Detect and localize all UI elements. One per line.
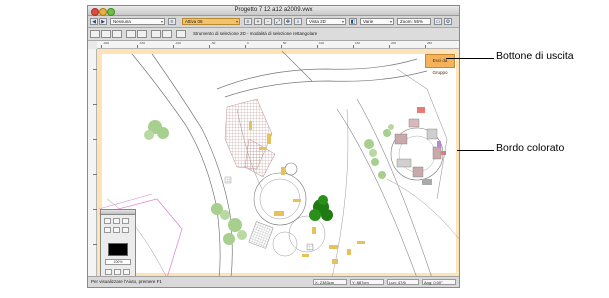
title-bar: Progetto 7 12 a12 a2009.vwx [88, 6, 459, 16]
layer-options-icon[interactable]: ≡ [244, 18, 252, 25]
layer-popup-value: Attiva 06 [185, 19, 203, 24]
ruler-label: 100 [319, 41, 325, 45]
pan-icon[interactable]: ✥ [284, 18, 292, 25]
chevron-down-icon: ▾ [160, 19, 163, 24]
thickness-icon[interactable] [113, 227, 120, 233]
ruler-label: -200 [103, 41, 110, 45]
class-popup-value: Nessuna [113, 19, 131, 24]
ruler-label: 200 [391, 41, 397, 45]
status-message: Per visualizzare l'Aiuto, premere F1 [91, 279, 162, 284]
exit-group-button[interactable]: Esci da Gruppo [425, 54, 455, 75]
render-mode-popup[interactable]: Varie ▾ [360, 18, 394, 25]
snap-mode-icon[interactable] [162, 30, 172, 38]
exit-button-leader-line [446, 58, 494, 59]
view-popup-value: Vista 2D [309, 19, 326, 24]
mode-options-icon[interactable] [176, 30, 186, 38]
ruler-tick [209, 45, 210, 48]
ruler-tick [101, 45, 102, 48]
line-start-icon[interactable] [123, 269, 130, 275]
angle-field[interactable]: Ang: 0.00° [422, 279, 456, 285]
rotate-mode-icon[interactable] [137, 30, 147, 38]
settings-icon[interactable]: ⚙ [444, 18, 452, 25]
transform-mode-icon[interactable] [151, 30, 161, 38]
drawing-canvas[interactable]: Esci da Gruppo 100% [97, 49, 459, 278]
ruler-tick [173, 45, 174, 48]
ruler-label: -100 [175, 41, 182, 45]
ruler-tick [137, 45, 138, 48]
colored-border-leader-line [457, 150, 494, 151]
drop-shadow-icon[interactable] [105, 269, 112, 275]
attributes-palette[interactable]: 100% [100, 209, 136, 278]
fit-page-icon[interactable]: ⤢ [274, 18, 282, 25]
zoom-popup[interactable]: Zoom: 55% [397, 18, 431, 25]
resize-mode-icon[interactable] [126, 30, 136, 38]
mode-help-text: Strumento di selezione 2D - modalità di … [193, 31, 318, 36]
view-bar: ◀ ▶ Nessuna ▾ ≡ Attiva 06 ▾ ≡ + − ⤢ ✥ ⌕ Vi… [88, 16, 459, 28]
mode-bar: Strumento di selezione 2D - modalità di … [88, 28, 459, 41]
x-coordinate-field[interactable]: X: 2383cm [313, 279, 347, 285]
back-icon[interactable]: ◀ [90, 18, 98, 25]
zoom-value: Zoom: 55% [400, 19, 424, 24]
application-window: Progetto 7 12 a12 a2009.vwx ◀ ▶ Nessuna ▾… [87, 5, 460, 288]
status-bar: Per visualizzare l'Aiuto, premere F1 X: … [88, 276, 459, 287]
pen-style-icon[interactable] [113, 218, 120, 224]
layer-popup[interactable]: Attiva 06 ▾ [182, 18, 240, 25]
rectangle-select-mode-icon[interactable] [90, 30, 100, 38]
colored-border-callout: Bordo colorato [496, 142, 565, 154]
chevron-down-icon: ▾ [389, 19, 392, 24]
ruler-label: 50 [283, 41, 287, 45]
render-mode-value: Varie [363, 19, 374, 24]
ruler-tick [317, 45, 318, 48]
ruler-tick [245, 45, 246, 48]
view-popup[interactable]: Vista 2D ▾ [306, 18, 346, 25]
horizontal-ruler[interactable]: -200 -150 -100 -50 0 50 100 150 200 250 [97, 41, 459, 49]
site-plan-drawing [97, 49, 459, 278]
ruler-tick [281, 45, 282, 48]
page-icon[interactable]: ▭ [434, 18, 442, 25]
fill-style-icon[interactable] [104, 218, 111, 224]
exit-button-callout: Bottone di uscita [496, 50, 574, 62]
line-end-icon[interactable] [114, 269, 121, 275]
forward-icon[interactable]: ▶ [99, 18, 107, 25]
ruler-label: -50 [211, 41, 216, 45]
class-popup[interactable]: Nessuna ▾ [110, 18, 165, 25]
window-title: Progetto 7 12 a12 a2009.vwx [234, 7, 313, 13]
zoom-in-icon[interactable]: + [254, 18, 262, 25]
ruler-label: 0 [247, 41, 249, 45]
ruler-label: -150 [139, 41, 146, 45]
line-style-icon[interactable] [122, 218, 129, 224]
y-coordinate-field[interactable]: Y: 887cm [350, 279, 384, 285]
ruler-label: 250 [427, 41, 433, 45]
lasso-select-mode-icon[interactable] [112, 30, 122, 38]
magnify-icon[interactable]: ⌕ [294, 18, 302, 25]
ruler-tick [425, 45, 426, 48]
ruler-label: 150 [355, 41, 361, 45]
palette-body: 100% [100, 215, 136, 278]
opacity-value[interactable]: 100% [105, 259, 131, 265]
arrow-style-icon[interactable] [104, 227, 111, 233]
color-swatch[interactable] [108, 243, 128, 256]
chevron-down-icon: ▾ [235, 19, 238, 24]
polygon-select-mode-icon[interactable] [101, 30, 111, 38]
chevron-down-icon: ▾ [341, 19, 344, 24]
ruler-tick [389, 45, 390, 48]
vertical-ruler[interactable] [88, 49, 97, 278]
zoom-out-icon[interactable]: − [264, 18, 272, 25]
length-field[interactable]: Lun: 47/6 [387, 279, 419, 285]
ruler-tick [353, 45, 354, 48]
opacity-icon[interactable] [122, 227, 129, 233]
render-icon[interactable]: ◧ [349, 18, 357, 25]
class-options-icon[interactable]: ≡ [168, 18, 176, 25]
